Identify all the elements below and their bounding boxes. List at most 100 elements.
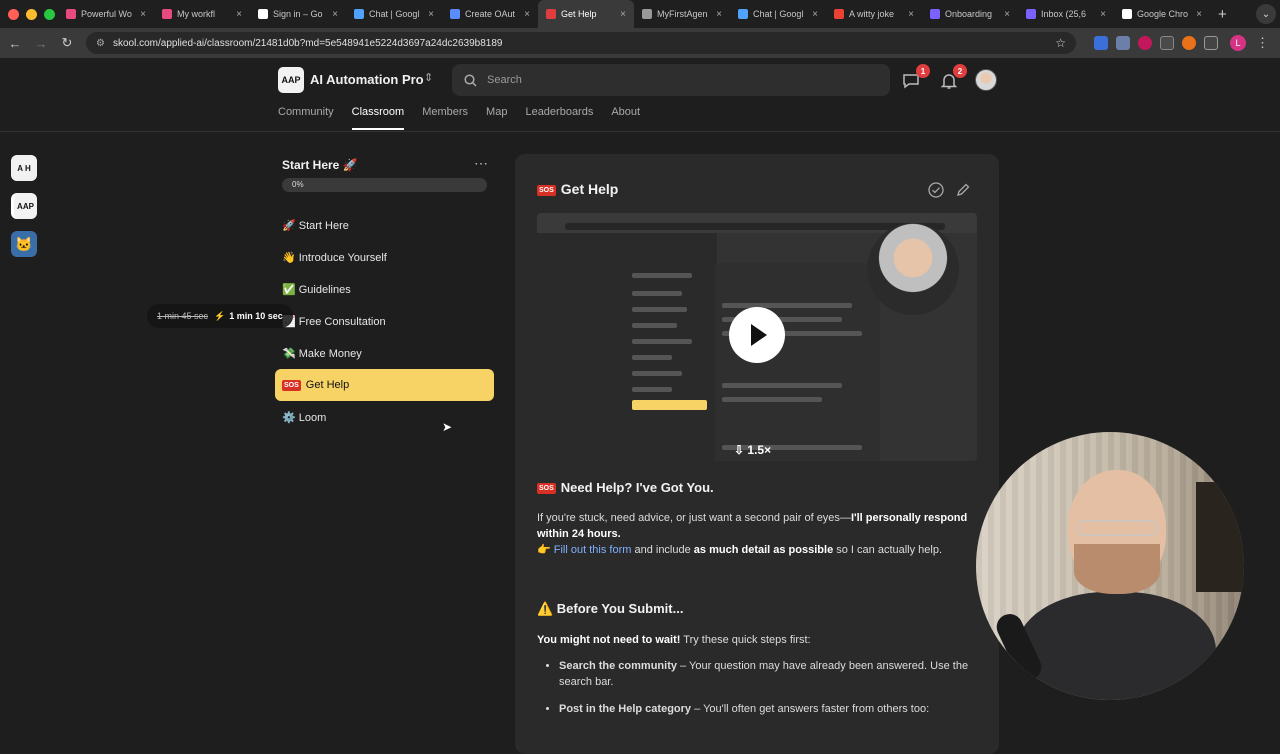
nav-community[interactable]: Community [278,106,334,130]
mouse-cursor-icon: ➤ [442,420,453,434]
kebab-menu-icon[interactable]: ⋮ [1256,35,1269,51]
forward-arrow-icon[interactable]: → [30,36,52,51]
address-bar[interactable]: ⚙ skool.com/applied-ai/classroom/21481d0… [86,32,1076,54]
sos-icon: SOS [537,483,556,494]
tab-title: Sign in – Go [273,9,323,19]
tab-close-icon[interactable]: × [332,9,338,20]
edit-pencil-icon[interactable] [955,182,971,203]
tab-close-icon[interactable]: × [1196,9,1202,20]
tab-title: Onboarding [945,9,993,19]
form-link[interactable]: Fill out this form [554,544,632,556]
lesson-free-consultation[interactable]: 📈 Free Consultation [275,305,494,337]
community-switch-icon[interactable]: ⇕ [424,71,433,84]
url-text: skool.com/applied-ai/classroom/21481d0b?… [112,37,503,49]
extension-icon[interactable] [1138,36,1152,50]
lesson-start-here[interactable]: 🚀 Start Here [275,209,494,241]
browser-tab[interactable]: Sign in – Go × [250,0,346,28]
tab-close-icon[interactable]: × [812,9,818,20]
browser-tab[interactable]: Google Chro × [1114,0,1210,28]
profile-avatar[interactable]: L [1230,35,1246,51]
tab-close-icon[interactable]: × [140,9,146,20]
play-icon[interactable] [729,307,785,363]
browser-tab[interactable]: Chat | Googl × [346,0,442,28]
browser-tab[interactable]: A witty joke × [826,0,922,28]
tab-favicon-icon [642,9,652,19]
tab-title: A witty joke [849,9,895,19]
tab-favicon-icon [738,9,748,19]
rail-community-aap[interactable]: AAP [11,193,37,219]
new-tab-button[interactable]: + [1210,6,1235,23]
tab-close-icon[interactable]: × [620,9,626,20]
lesson-make-money[interactable]: 💸 Make Money [275,337,494,369]
tab-search-icon[interactable]: ⌄ [1256,4,1276,24]
browser-tab[interactable]: MyFirstAgen × [634,0,730,28]
browser-tab[interactable]: Onboarding × [922,0,1018,28]
nav-about[interactable]: About [611,106,640,130]
rail-community-ah[interactable]: A H [11,155,37,181]
tab-title: Google Chro [1137,9,1189,19]
tab-favicon-icon [930,9,940,19]
video-frame-sidebar [537,233,717,461]
user-avatar[interactable] [975,69,997,91]
search-box[interactable] [452,64,890,96]
nav-members[interactable]: Members [422,106,468,130]
tab-close-icon[interactable]: × [524,9,530,20]
extension-icon[interactable] [1116,36,1130,50]
tab-title: Chat | Googl [753,9,804,19]
browser-tab[interactable]: Get Help × [538,0,634,28]
tab-close-icon[interactable]: × [428,9,434,20]
search-input[interactable] [487,74,867,86]
webcam-overlay [976,432,1244,700]
maximize-window-button[interactable] [44,8,55,20]
nav-classroom[interactable]: Classroom [351,106,405,130]
more-options-icon[interactable]: ⋯ [474,155,488,172]
site-info-icon[interactable]: ⚙ [96,38,105,49]
tab-close-icon[interactable]: × [908,9,914,20]
tab-title: Get Help [561,9,597,19]
tab-title: Create OAut [465,9,516,19]
browser-tab[interactable]: My workfl × [154,0,250,28]
tab-close-icon[interactable]: × [716,9,722,20]
nav-map[interactable]: Map [486,106,507,130]
search-icon [464,73,477,87]
quick-steps-bold: You might not need to wait! [537,634,681,646]
community-name[interactable]: AI Automation Pro [310,72,424,87]
video-presenter-thumbnail [867,223,959,315]
intro-text: If you're stuck, need advice, or just wa… [537,512,851,524]
tab-close-icon[interactable]: × [1004,9,1010,20]
lesson-get-help[interactable]: SOS Get Help [275,369,494,401]
video-frame-highlight [632,400,707,410]
video-player[interactable]: ⇩ 1.5× [537,213,977,461]
tab-close-icon[interactable]: × [236,9,242,20]
form-text: and include [631,544,694,556]
bookmark-star-icon[interactable]: ☆ [1055,36,1066,50]
browser-tab[interactable]: Inbox (25,6 × [1018,0,1114,28]
reload-icon[interactable]: ↻ [56,35,78,51]
tab-favicon-icon [450,9,460,19]
lesson-loom[interactable]: ⚙️ Loom [275,401,494,433]
tab-close-icon[interactable]: × [1100,9,1106,20]
browser-tab[interactable]: Create OAut × [442,0,538,28]
extension-icon[interactable] [1160,36,1174,50]
rail-community-cat[interactable]: 🐱 [11,231,37,257]
extensions-area [1094,36,1218,50]
puzzle-icon[interactable] [1204,36,1218,50]
community-logo[interactable]: AAP [278,67,304,93]
browser-tab[interactable]: Powerful Wo × [58,0,154,28]
extension-icon[interactable] [1094,36,1108,50]
lesson-introduce-yourself[interactable]: 👋 Introduce Yourself [275,241,494,273]
back-arrow-icon[interactable]: ← [4,36,26,51]
tab-title: Inbox (25,6 [1041,9,1087,19]
nav-leaderboards[interactable]: Leaderboards [525,106,593,130]
lesson-get-help-label: Get Help [305,379,350,391]
playback-speed: ⇩ 1.5× [734,443,772,457]
mark-complete-icon[interactable] [928,182,944,203]
browser-tab[interactable]: Chat | Googl × [730,0,826,28]
lesson-guidelines[interactable]: ✅ Guidelines [275,273,494,305]
section-heading-need-help: SOS Need Help? I've Got You. [537,480,714,495]
minimize-window-button[interactable] [26,8,37,20]
extension-icon[interactable] [1182,36,1196,50]
close-window-button[interactable] [8,8,19,20]
lightning-icon: ⚡ [214,310,226,321]
intro-paragraph: If you're stuck, need advice, or just wa… [537,510,977,542]
